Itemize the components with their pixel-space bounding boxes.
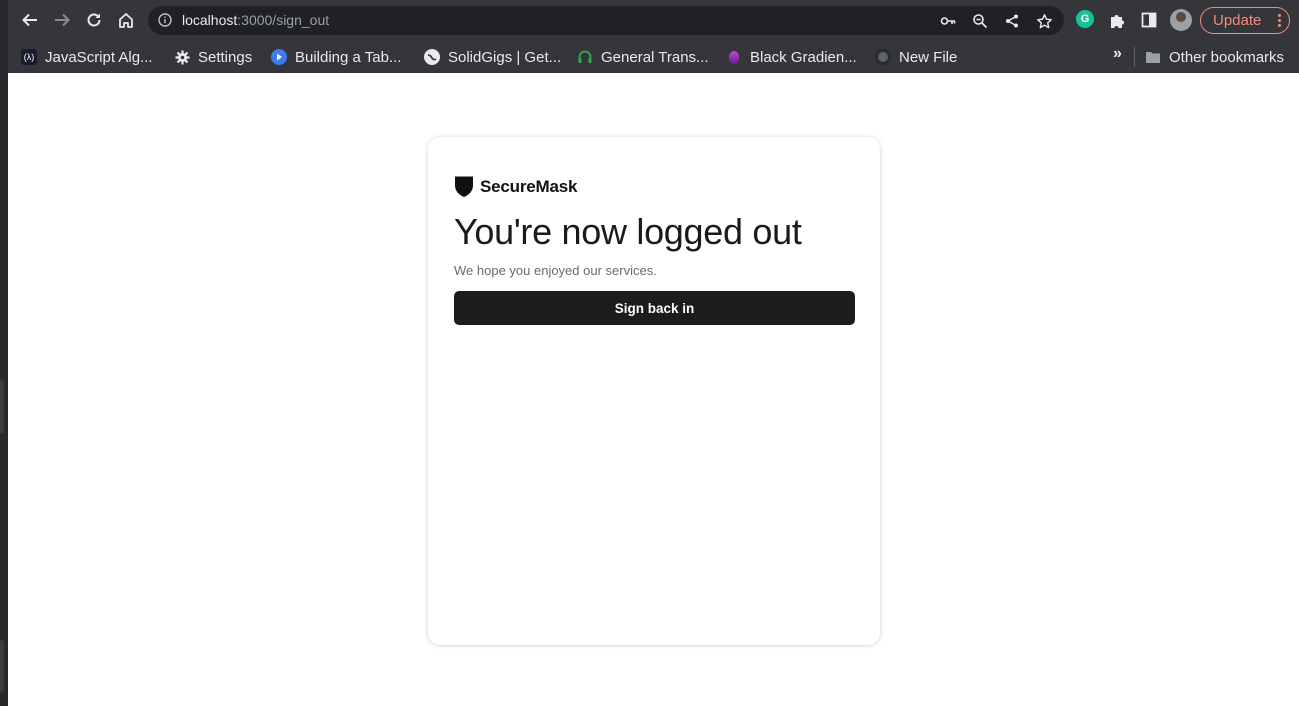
- logout-card: SecureMask You're now logged out We hope…: [428, 137, 880, 645]
- zoom-icon[interactable]: [971, 12, 989, 30]
- reload-icon: [87, 13, 101, 27]
- update-button[interactable]: Update: [1200, 7, 1290, 34]
- bookmark-label: Settings: [198, 48, 253, 66]
- bookmark-label: SolidGigs | Get...: [448, 48, 562, 66]
- address-bar[interactable]: localhost:3000/sign_out: [148, 6, 1064, 35]
- bookmark-label: New File: [899, 48, 958, 66]
- folder-icon: [1145, 49, 1161, 65]
- bookmarks-overflow-button[interactable]: »: [1113, 45, 1122, 63]
- side-panel-icon: [1141, 12, 1157, 28]
- brand-name: SecureMask: [480, 176, 578, 196]
- sign-back-in-button[interactable]: Sign back in: [454, 291, 855, 325]
- page-title: You're now logged out: [454, 211, 802, 252]
- side-panel-button[interactable]: [1135, 6, 1163, 34]
- bookmark-building-table[interactable]: Building a Tab...: [271, 45, 401, 69]
- forward-button[interactable]: [48, 6, 76, 34]
- home-button[interactable]: [112, 6, 140, 34]
- more-menu-icon[interactable]: [1277, 13, 1281, 28]
- play-icon: [271, 49, 287, 65]
- arrow-left-icon: [22, 13, 37, 27]
- info-icon[interactable]: [158, 13, 172, 27]
- update-label: Update: [1213, 12, 1262, 29]
- github-icon: [875, 49, 891, 65]
- bookmark-label: Black Gradien...: [750, 48, 857, 66]
- home-icon: [119, 13, 133, 28]
- brand: SecureMask: [454, 175, 577, 198]
- bookmark-new-file[interactable]: New File: [875, 45, 957, 69]
- browser-chrome: localhost:3000/sign_out G Update (λ) Jav…: [0, 0, 1299, 73]
- other-bookmarks-label: Other bookmarks: [1169, 48, 1285, 66]
- grammarly-extension-icon[interactable]: G: [1076, 10, 1094, 28]
- bookmark-settings[interactable]: Settings: [174, 45, 252, 69]
- bookmark-star-icon[interactable]: [1035, 12, 1053, 30]
- gear-icon: [174, 49, 190, 65]
- other-bookmarks[interactable]: Other bookmarks: [1145, 45, 1284, 69]
- bookmark-label: General Trans...: [601, 48, 709, 66]
- page-subtitle: We hope you enjoyed our services.: [454, 263, 657, 278]
- left-edge-strip: [0, 0, 8, 706]
- reload-button[interactable]: [80, 6, 108, 34]
- headset-icon: [577, 49, 593, 65]
- puzzle-icon: [1110, 14, 1124, 28]
- bookmarks-divider: [1134, 47, 1135, 67]
- bookmark-solidgigs[interactable]: SolidGigs | Get...: [424, 45, 561, 69]
- gradient-icon: [726, 49, 742, 65]
- bookmark-black-gradient[interactable]: Black Gradien...: [726, 45, 857, 69]
- bookmark-label: Building a Tab...: [295, 48, 402, 66]
- bookmark-label: JavaScript Alg...: [45, 48, 153, 66]
- left-edge-tab: [0, 380, 4, 434]
- globe-icon: [424, 49, 440, 65]
- shield-icon: [455, 176, 473, 197]
- url-path: :3000/sign_out: [237, 12, 330, 28]
- extensions-button[interactable]: [1103, 6, 1131, 34]
- profile-avatar[interactable]: [1170, 9, 1192, 31]
- bookmark-general-trans[interactable]: General Trans...: [577, 45, 709, 69]
- arrow-right-icon: [55, 13, 70, 27]
- url-text[interactable]: localhost:3000/sign_out: [182, 12, 329, 28]
- code-icon: (λ): [21, 49, 37, 65]
- share-icon[interactable]: [1003, 12, 1021, 30]
- bookmark-javascript[interactable]: (λ) JavaScript Alg...: [21, 45, 153, 69]
- bookmarks-bar: (λ) JavaScript Alg... Settings Building …: [0, 41, 1299, 73]
- back-button[interactable]: [16, 6, 44, 34]
- left-edge-tab: [0, 640, 4, 692]
- url-host: localhost: [182, 12, 238, 28]
- password-key-icon[interactable]: [939, 12, 957, 30]
- browser-toolbar: localhost:3000/sign_out G Update: [0, 0, 1299, 41]
